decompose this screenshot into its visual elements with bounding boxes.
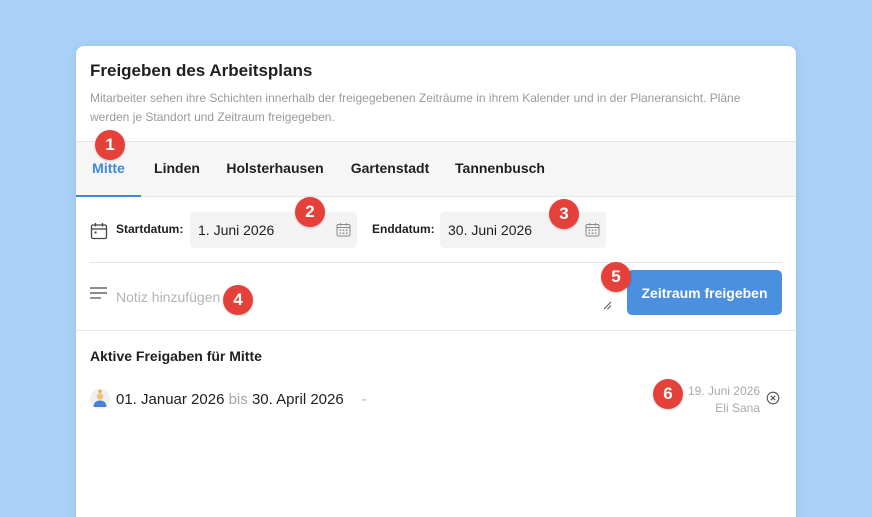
end-date-value: 30. Juni 2026 [448,222,533,238]
release-created-by: Eli Sana [715,401,760,415]
location-tabs: Mitte Linden Holsterhausen Gartenstadt T… [76,141,796,197]
dialog-description: Mitarbeiter sehen ihre Schichten innerha… [90,91,741,124]
calendar-icon [90,223,108,240]
release-period-button[interactable]: Zeitraum freigeben [627,270,782,315]
note-input[interactable] [116,286,606,308]
release-created-date: 19. Juni 2026 [687,384,760,398]
release-connector: bis [228,391,248,408]
annotation-marker-1: 1 [95,130,125,160]
resize-handle-icon[interactable] [602,300,612,310]
annotation-marker-2: 2 [295,197,325,227]
release-meta: 19. Juni 2026 Eli Sana [688,383,760,417]
calendar-icon[interactable] [585,222,600,237]
date-range-row: Startdatum: 1. Juni 2026 Enddatum: 30. J… [76,197,796,263]
annotation-marker-4: 4 [223,285,253,315]
tab-linden[interactable]: Linden [148,142,206,197]
release-range: 01. Januar 2026 bis 30. April 2026 - [116,391,367,408]
annotation-marker-5: 5 [601,262,631,292]
tab-holsterhausen[interactable]: Holsterhausen [221,142,329,197]
annotation-marker-3: 3 [549,199,579,229]
tab-gartenstadt[interactable]: Gartenstadt [344,142,436,197]
end-date-field[interactable]: 30. Juni 2026 [440,212,606,248]
start-date-field[interactable]: 1. Juni 2026 [190,212,357,248]
release-end: 30. April 2026 [251,391,344,408]
release-note: - [361,391,367,408]
release-dialog: Freigeben des Arbeitsplans Mitarbeiter s… [76,46,796,517]
divider [90,262,782,263]
avatar [90,389,110,409]
dialog-header: Freigeben des Arbeitsplans Mitarbeiter s… [76,46,796,141]
divider [76,330,796,331]
list-item: 01. Januar 2026 bis 30. April 2026 - 19.… [76,382,796,422]
start-date-label: Startdatum: [116,222,184,236]
tab-tannenbusch[interactable]: Tannenbusch [451,142,549,197]
calendar-icon[interactable] [336,222,351,237]
note-row: Zeitraum freigeben [76,264,796,330]
dialog-title: Freigeben des Arbeitsplans [90,61,313,80]
close-circle-icon[interactable] [766,391,780,405]
active-releases-title: Aktive Freigaben für Mitte [90,348,262,364]
end-date-label: Enddatum: [372,222,435,236]
release-start: 01. Januar 2026 [116,391,225,408]
text-lines-icon [90,287,107,299]
annotation-marker-6: 6 [653,379,683,409]
start-date-value: 1. Juni 2026 [198,222,275,238]
